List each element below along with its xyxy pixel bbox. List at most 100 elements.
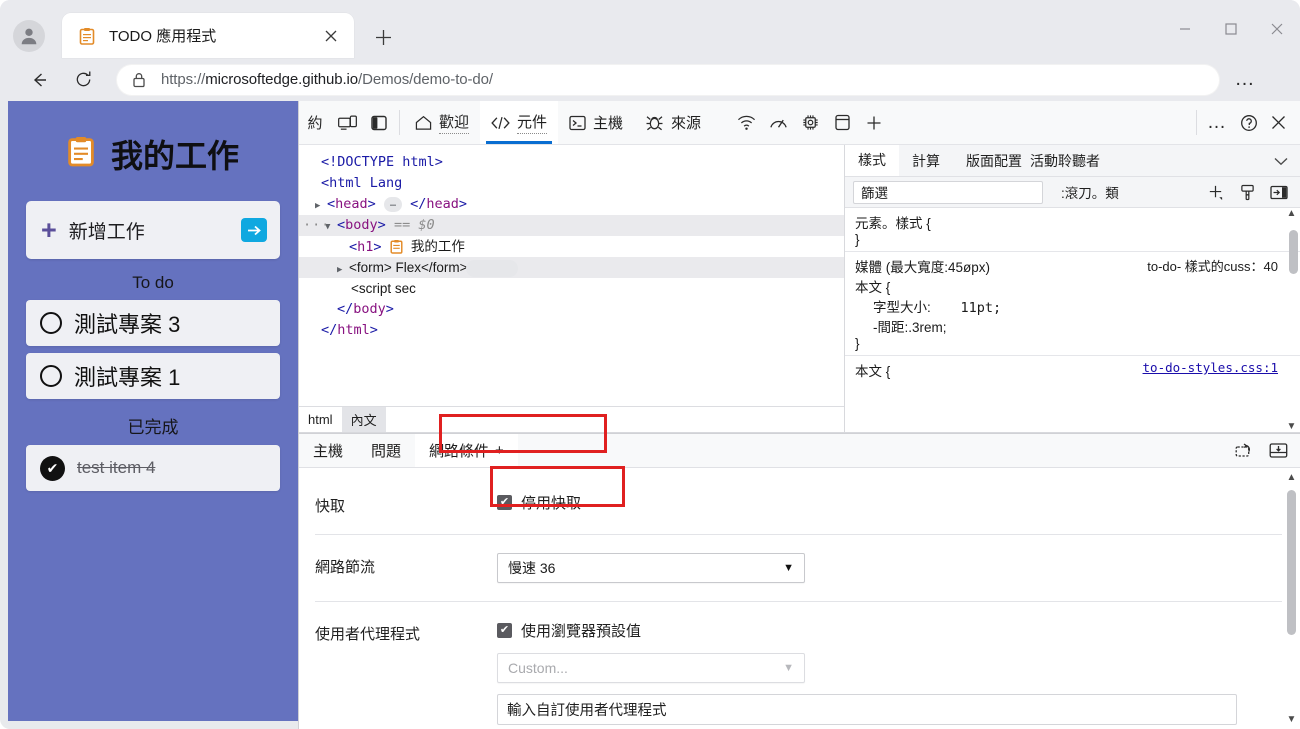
dom-line[interactable]: </html> bbox=[299, 320, 844, 341]
declaration-value[interactable]: 11pt; bbox=[961, 300, 1002, 316]
rule-source[interactable]: to-do- 樣式的cuss：40 bbox=[1147, 256, 1278, 275]
dom-line[interactable]: ▶ <form> Flex</form> bbox=[299, 257, 844, 278]
tab-event-listeners[interactable]: 活動聆聽者 bbox=[1026, 145, 1113, 176]
drawer-scrollbar[interactable]: ▲ ▼ bbox=[1285, 472, 1298, 725]
network-icon[interactable] bbox=[730, 101, 762, 144]
list-item[interactable]: 測試專案 3 bbox=[26, 300, 280, 346]
dock-bottom-icon[interactable] bbox=[1269, 442, 1288, 459]
tab-computed[interactable]: 計算 bbox=[899, 145, 953, 176]
reload-icon[interactable] bbox=[66, 63, 100, 97]
browser-settings-ellipsis-icon[interactable]: … bbox=[1230, 65, 1260, 95]
plus-icon[interactable]: + bbox=[495, 442, 504, 459]
styles-scrollbar-thumb[interactable] bbox=[1289, 230, 1298, 274]
browser-tab[interactable]: TODO 應用程式 bbox=[62, 13, 354, 58]
tab-layout[interactable]: 版面配置 bbox=[953, 145, 1026, 176]
element-state-brush-icon[interactable] bbox=[1234, 181, 1260, 203]
address-bar[interactable]: https://microsoftedge.github.io/Demos/de… bbox=[116, 63, 1220, 96]
dom-line[interactable]: ▶ <head> … </head> bbox=[299, 194, 844, 215]
task-label: 測試專案 3 bbox=[74, 312, 181, 337]
tab-welcome[interactable]: 歡迎 bbox=[404, 101, 480, 144]
add-task-row[interactable]: + 新增工作 bbox=[26, 201, 280, 259]
scroll-up-icon[interactable]: ▲ bbox=[1285, 472, 1298, 483]
filter-input[interactable]: 篩選 bbox=[853, 180, 1043, 204]
style-rule[interactable]: 元素。樣式 { } bbox=[845, 208, 1300, 252]
performance-gauge-icon[interactable] bbox=[762, 101, 794, 144]
drawer-tab-console[interactable]: 主機 bbox=[299, 434, 357, 467]
close-icon[interactable] bbox=[317, 22, 345, 50]
list-item[interactable]: ✔ test item 4 bbox=[26, 445, 280, 491]
filter-state-pills[interactable]: :滾刀。類 bbox=[1061, 182, 1119, 202]
user-agent-preset-select[interactable]: Custom... ▼ bbox=[497, 653, 805, 683]
chevron-down-icon[interactable] bbox=[1262, 153, 1300, 169]
tab-sources[interactable]: 來源 bbox=[634, 101, 712, 144]
tab-elements-label: 元件 bbox=[517, 111, 548, 134]
new-task-input[interactable]: 新增工作 bbox=[69, 217, 241, 244]
custom-user-agent-input[interactable]: 輸入自訂使用者代理程式 bbox=[497, 694, 1237, 725]
expand-triangle-icon[interactable]: ▶ bbox=[315, 196, 327, 217]
scroll-up-icon[interactable]: ▲ bbox=[1287, 208, 1297, 219]
breadcrumb-item-html[interactable]: html bbox=[299, 407, 342, 432]
arrow-right-icon[interactable] bbox=[241, 218, 267, 242]
drawer-tab-network-conditions-label: 網路條件 bbox=[429, 443, 490, 460]
device-emulation-icon[interactable] bbox=[331, 101, 363, 144]
rule-selector: 元素。樣式 { bbox=[855, 216, 931, 231]
drawer-tab-network-conditions[interactable]: 網路條件 + bbox=[415, 434, 518, 467]
rule-source-link[interactable]: to-do-styles.css:1 bbox=[1143, 360, 1278, 375]
breadcrumb-item-body[interactable]: 內文 bbox=[341, 407, 386, 432]
circle-icon[interactable] bbox=[40, 312, 62, 334]
tab-styles[interactable]: 樣式 bbox=[845, 145, 899, 176]
disable-cache-checkbox-row[interactable]: ✔ 停用快取 bbox=[497, 492, 1300, 513]
profile-avatar[interactable] bbox=[13, 20, 45, 52]
circle-icon[interactable] bbox=[40, 365, 62, 387]
inspect-element-icon[interactable]: 約 bbox=[299, 101, 331, 144]
dom-line[interactable]: <html Lang bbox=[299, 173, 844, 194]
lock-icon bbox=[132, 72, 146, 88]
memory-chip-icon[interactable] bbox=[794, 101, 826, 144]
tab-console[interactable]: 主機 bbox=[558, 101, 634, 144]
close-devtools-icon[interactable] bbox=[1265, 101, 1300, 144]
list-item[interactable]: 測試專案 1 bbox=[26, 353, 280, 399]
throttling-select[interactable]: 慢速 36 ▼ bbox=[497, 553, 805, 583]
maximize-icon[interactable] bbox=[1208, 0, 1254, 58]
devtools-ellipsis-icon[interactable]: … bbox=[1201, 101, 1233, 144]
restore-drawer-icon[interactable] bbox=[1235, 442, 1255, 460]
tab-elements[interactable]: 元件 bbox=[480, 101, 559, 144]
application-storage-icon[interactable] bbox=[826, 101, 858, 144]
style-rule[interactable]: 本文 { to-do-styles.css:1 bbox=[845, 356, 1300, 384]
dock-side-icon[interactable] bbox=[363, 101, 395, 144]
dom-line-selected[interactable]: ··· ▼ <body> == $0 bbox=[299, 215, 844, 236]
declaration[interactable]: 字型大小: 11pt; bbox=[855, 296, 1300, 316]
checkbox-checked-icon[interactable]: ✔ bbox=[497, 623, 512, 638]
help-icon[interactable] bbox=[1233, 101, 1265, 144]
collapsed-children-badge[interactable]: … bbox=[383, 196, 402, 212]
scroll-down-icon[interactable]: ▼ bbox=[1285, 714, 1298, 725]
drawer-tab-issues[interactable]: 問題 bbox=[357, 434, 415, 467]
dom-tree[interactable]: <!DOCTYPE html> <html Lang ▶ <head> … </h… bbox=[299, 145, 844, 406]
browser-chrome: TODO 應用程式 https://microsoftedge.github.i… bbox=[0, 0, 1300, 101]
new-style-rule-plus-icon[interactable] bbox=[1202, 181, 1228, 203]
rule-close: } bbox=[855, 232, 860, 247]
style-rule[interactable]: 媒體 (最大寬度:45øpx) 本文 { to-do- 樣式的cuss：40 字… bbox=[845, 252, 1300, 356]
computed-sidebar-icon[interactable] bbox=[1266, 181, 1292, 203]
collapsed-chip bbox=[465, 259, 518, 277]
use-browser-default-checkbox-row[interactable]: ✔ 使用瀏覽器預設值 bbox=[497, 620, 1300, 641]
drawer-scrollbar-thumb[interactable] bbox=[1287, 490, 1296, 635]
dom-line[interactable]: <h1> 我的工作 bbox=[299, 236, 844, 257]
dom-line[interactable]: <!DOCTYPE html> bbox=[299, 152, 844, 173]
navigation-bar: https://microsoftedge.github.io/Demos/de… bbox=[0, 58, 1300, 101]
check-circle-icon[interactable]: ✔ bbox=[40, 455, 65, 481]
dom-line-menu-icon[interactable]: ··· bbox=[303, 215, 330, 236]
new-tab-button[interactable] bbox=[368, 22, 398, 52]
more-panels-plus-icon[interactable] bbox=[858, 101, 890, 144]
styles-rules[interactable]: 元素。樣式 { } 媒體 (最大寬度:45øpx) 本文 { to-do- 樣式… bbox=[845, 208, 1300, 432]
declaration-value[interactable]: .3rem; bbox=[908, 320, 946, 335]
declaration[interactable]: -間距:.3rem; bbox=[855, 316, 1300, 336]
minimize-icon[interactable] bbox=[1162, 0, 1208, 58]
checkbox-checked-icon[interactable]: ✔ bbox=[497, 495, 512, 510]
back-arrow-icon[interactable] bbox=[22, 63, 56, 97]
scroll-down-icon[interactable]: ▼ bbox=[1287, 421, 1297, 432]
dom-line[interactable]: <script sec bbox=[299, 278, 844, 299]
rule-source-link-text[interactable]: to-do-styles.css:1 bbox=[1143, 360, 1278, 375]
dom-line[interactable]: </body> bbox=[299, 299, 844, 320]
close-window-icon[interactable] bbox=[1254, 0, 1300, 58]
